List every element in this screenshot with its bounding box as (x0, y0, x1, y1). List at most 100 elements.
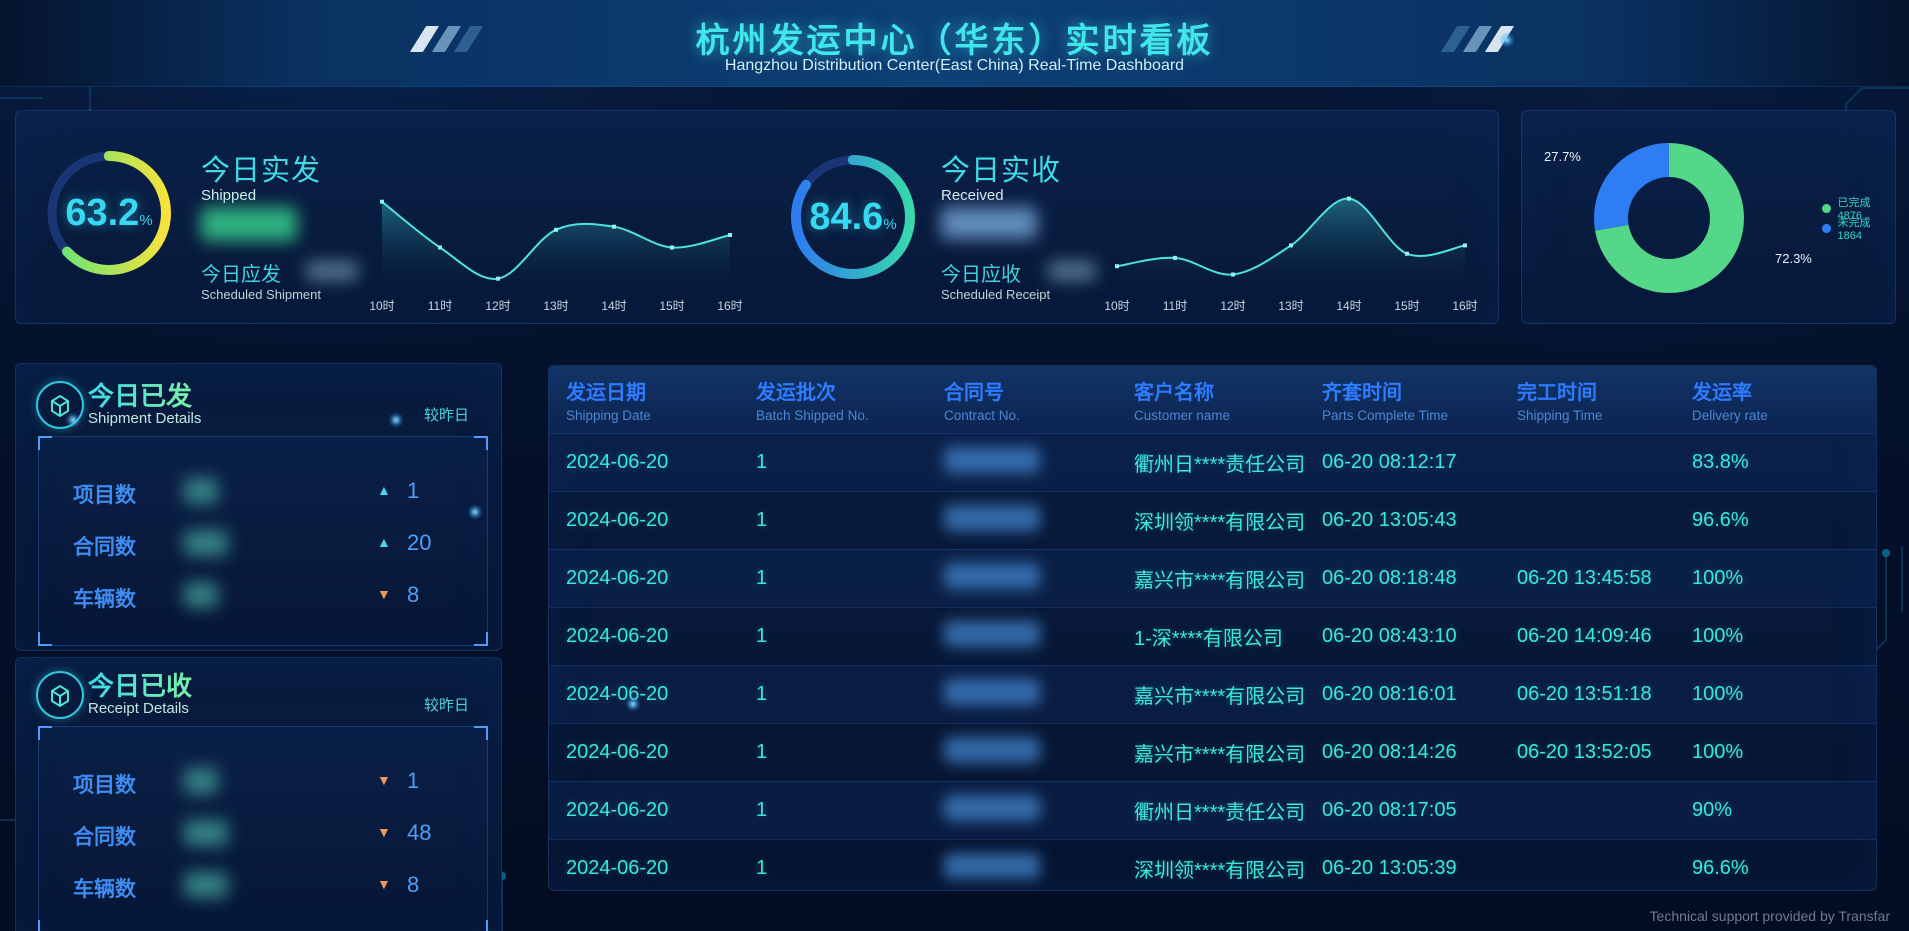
table-header-row: 发运日期 Shipping Date 发运批次 Batch Shipped No… (549, 366, 1876, 433)
column-header: 完工时间 Shipping Time (1517, 376, 1692, 423)
redacted-stat-value (184, 768, 218, 794)
cell-delivery-rate: 96.6% (1692, 857, 1876, 880)
kpi-panel: 63.2% 今日实发 Shipped 今日应发 Scheduled Shipme… (15, 110, 1499, 324)
cell-customer: 深圳领****有限公司 (1134, 854, 1322, 883)
cell-shipping-time: 06-20 13:45:58 (1517, 567, 1692, 590)
page-subtitle: Hangzhou Distribution Center(East China)… (0, 57, 1909, 75)
column-header: 客户名称 Customer name (1134, 376, 1322, 423)
cell-shipping-date: 2024-06-20 (566, 857, 756, 880)
cell-complete-time: 06-20 08:17:05 (1322, 799, 1517, 822)
cell-shipping-time: 06-20 14:09:46 (1517, 625, 1692, 648)
stat-label: 合同数 (73, 531, 136, 561)
cell-contract (944, 447, 1134, 479)
cell-batch: 1 (756, 857, 944, 880)
receipt-stats-box: 项目数 ▼ 1 合同数 ▼ 48 车辆数 (38, 726, 488, 931)
svg-text:14时: 14时 (601, 299, 626, 313)
svg-text:10时: 10时 (1104, 299, 1129, 313)
cell-delivery-rate: 100% (1692, 683, 1876, 706)
cell-contract (944, 853, 1134, 885)
stat-row: 合同数 ▼ 48 (39, 819, 487, 847)
redacted-contract-no (944, 563, 1040, 589)
redacted-contract-no (944, 795, 1040, 821)
redacted-stat-value (184, 582, 218, 608)
stat-delta: 8 (407, 582, 419, 608)
compare-yesterday-label: 较昨日 (424, 404, 469, 425)
table-row: 2024-06-20 1 嘉兴市****有限公司 06-20 08:18:48 … (549, 549, 1876, 607)
stat-delta: 8 (407, 872, 419, 898)
column-header-zh: 齐套时间 (1322, 376, 1517, 405)
redacted-contract-no (944, 853, 1040, 879)
cell-complete-time: 06-20 13:05:39 (1322, 857, 1517, 880)
svg-text:12时: 12时 (1220, 299, 1245, 313)
cell-shipping-time: 06-20 13:51:18 (1517, 683, 1692, 706)
cell-customer: 衢州日****责任公司 (1134, 448, 1322, 477)
svg-text:15时: 15时 (659, 299, 684, 313)
shipments-table-panel: 发运日期 Shipping Date 发运批次 Batch Shipped No… (548, 365, 1877, 891)
table-row: 2024-06-20 1 1-深****有限公司 06-20 08:43:10 … (549, 607, 1876, 665)
redacted-contract-no (944, 679, 1040, 705)
shipped-trend-chart: 10时11时12时13时14时15时16时 (366, 173, 746, 313)
stat-delta: 48 (407, 820, 431, 846)
redacted-stat-value (184, 478, 218, 504)
glow-dot-decoration (467, 504, 483, 520)
redacted-contract-no (944, 447, 1040, 473)
corner-decoration (38, 920, 52, 931)
column-header-zh: 发运日期 (566, 376, 756, 405)
stat-delta: 1 (407, 478, 419, 504)
donut-label-complete: 72.3% (1775, 251, 1812, 266)
stat-row: 车辆数 ▼ 8 (39, 871, 487, 899)
cell-customer: 深圳领****有限公司 (1134, 506, 1322, 535)
cell-contract (944, 563, 1134, 595)
shipped-title-en: Shipped (201, 187, 256, 204)
redacted-shipped-count (201, 207, 297, 241)
column-header: 齐套时间 Parts Complete Time (1322, 376, 1517, 423)
shipment-stat-rows: 项目数 ▲ 1 合同数 ▲ 20 车辆数 (39, 437, 487, 609)
glow-dot-decoration (625, 696, 641, 712)
stat-label: 项目数 (73, 769, 136, 799)
cell-complete-time: 06-20 08:18:48 (1322, 567, 1517, 590)
corner-decoration (38, 632, 52, 646)
column-header: 发运率 Delivery rate (1692, 376, 1876, 423)
received-title: 今日实收 (941, 147, 1061, 189)
cell-batch: 1 (756, 567, 944, 590)
svg-text:14时: 14时 (1336, 299, 1361, 313)
cell-customer: 嘉兴市****有限公司 (1134, 680, 1322, 709)
cell-contract (944, 621, 1134, 653)
cell-shipping-date: 2024-06-20 (566, 509, 756, 532)
cell-complete-time: 06-20 08:12:17 (1322, 451, 1517, 474)
receipt-icon (36, 671, 84, 719)
cell-delivery-rate: 90% (1692, 799, 1876, 822)
shipment-card-title: 今日已发 (88, 376, 192, 413)
shipped-title: 今日实发 (201, 147, 321, 189)
received-trend-chart: 10时11时12时13时14时15时16时 (1101, 173, 1481, 313)
table-row: 2024-06-20 1 嘉兴市****有限公司 06-20 08:14:26 … (549, 723, 1876, 781)
cell-batch: 1 (756, 799, 944, 822)
compare-yesterday-label: 较昨日 (424, 694, 469, 715)
cell-shipping-date: 2024-06-20 (566, 741, 756, 764)
shipment-card-subtitle: Shipment Details (88, 410, 201, 427)
cell-batch: 1 (756, 509, 944, 532)
cell-delivery-rate: 100% (1692, 625, 1876, 648)
cell-delivery-rate: 83.8% (1692, 451, 1876, 474)
cell-batch: 1 (756, 683, 944, 706)
cell-contract (944, 679, 1134, 711)
cell-contract (944, 505, 1134, 537)
svg-text:13时: 13时 (543, 299, 568, 313)
svg-text:10时: 10时 (369, 299, 394, 313)
table-row: 2024-06-20 1 深圳领****有限公司 06-20 13:05:43 … (549, 491, 1876, 549)
column-header: 合同号 Contract No. (944, 376, 1134, 423)
column-header-en: Contract No. (944, 408, 1134, 423)
svg-text:11时: 11时 (428, 299, 452, 313)
glow-dot-decoration (1499, 32, 1515, 48)
cell-delivery-rate: 100% (1692, 741, 1876, 764)
redacted-contract-no (944, 737, 1040, 763)
cell-shipping-date: 2024-06-20 (566, 451, 756, 474)
shipment-stats-box: 项目数 ▲ 1 合同数 ▲ 20 车辆数 (38, 436, 488, 646)
cell-customer: 1-深****有限公司 (1134, 622, 1322, 651)
dashboard-root: 杭州发运中心（华东）实时看板 Hangzhou Distribution Cen… (0, 0, 1909, 931)
stat-label: 车辆数 (73, 873, 136, 903)
legend-dot (1822, 224, 1831, 233)
trend-arrow-icon: ▼ (377, 586, 391, 602)
receipt-details-card: 今日已收 Receipt Details 较昨日 项目数 ▼ 1 合同数 (15, 657, 502, 931)
svg-text:12时: 12时 (485, 299, 510, 313)
